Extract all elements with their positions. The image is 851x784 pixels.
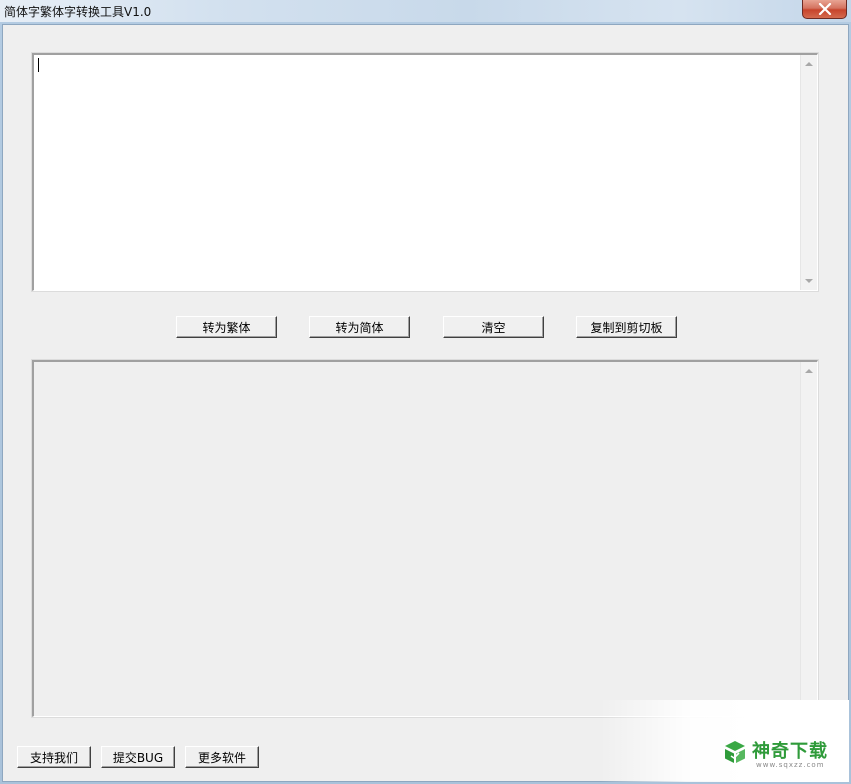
watermark-url: www.sqxzz.com: [756, 761, 825, 769]
close-button[interactable]: [802, 0, 847, 19]
title-bar[interactable]: 简体字繁体字转换工具V1.0: [0, 0, 851, 22]
close-icon: [818, 3, 832, 15]
scroll-down-icon[interactable]: [805, 279, 813, 283]
watermark-logo: 神奇下载 www.sqxzz.com: [722, 737, 840, 773]
app-window: 简体字繁体字转换工具V1.0 转为繁体 转为简体 清空 复制到剪切板 支持我们 …: [0, 0, 851, 784]
watermark-brand: 神奇下载: [752, 741, 828, 762]
output-textarea[interactable]: [34, 362, 800, 716]
support-us-button[interactable]: 支持我们: [17, 746, 91, 768]
input-textarea[interactable]: [34, 55, 800, 290]
box-logo-icon: [725, 741, 745, 763]
copy-to-clipboard-button[interactable]: 复制到剪切板: [576, 316, 677, 338]
convert-to-traditional-button[interactable]: 转为繁体: [176, 316, 277, 338]
clear-button[interactable]: 清空: [443, 316, 544, 338]
text-caret: [38, 58, 39, 72]
submit-bug-button[interactable]: 提交BUG: [101, 746, 175, 768]
more-software-button[interactable]: 更多软件: [185, 746, 259, 768]
output-text-area[interactable]: [31, 359, 819, 718]
convert-to-simplified-button[interactable]: 转为简体: [309, 316, 410, 338]
window-title: 简体字繁体字转换工具V1.0: [4, 5, 152, 19]
input-scrollbar[interactable]: [800, 55, 817, 290]
scroll-up-icon[interactable]: [805, 369, 813, 373]
input-text-area[interactable]: [31, 52, 819, 292]
output-scrollbar[interactable]: [800, 362, 817, 716]
scroll-up-icon[interactable]: [805, 62, 813, 66]
